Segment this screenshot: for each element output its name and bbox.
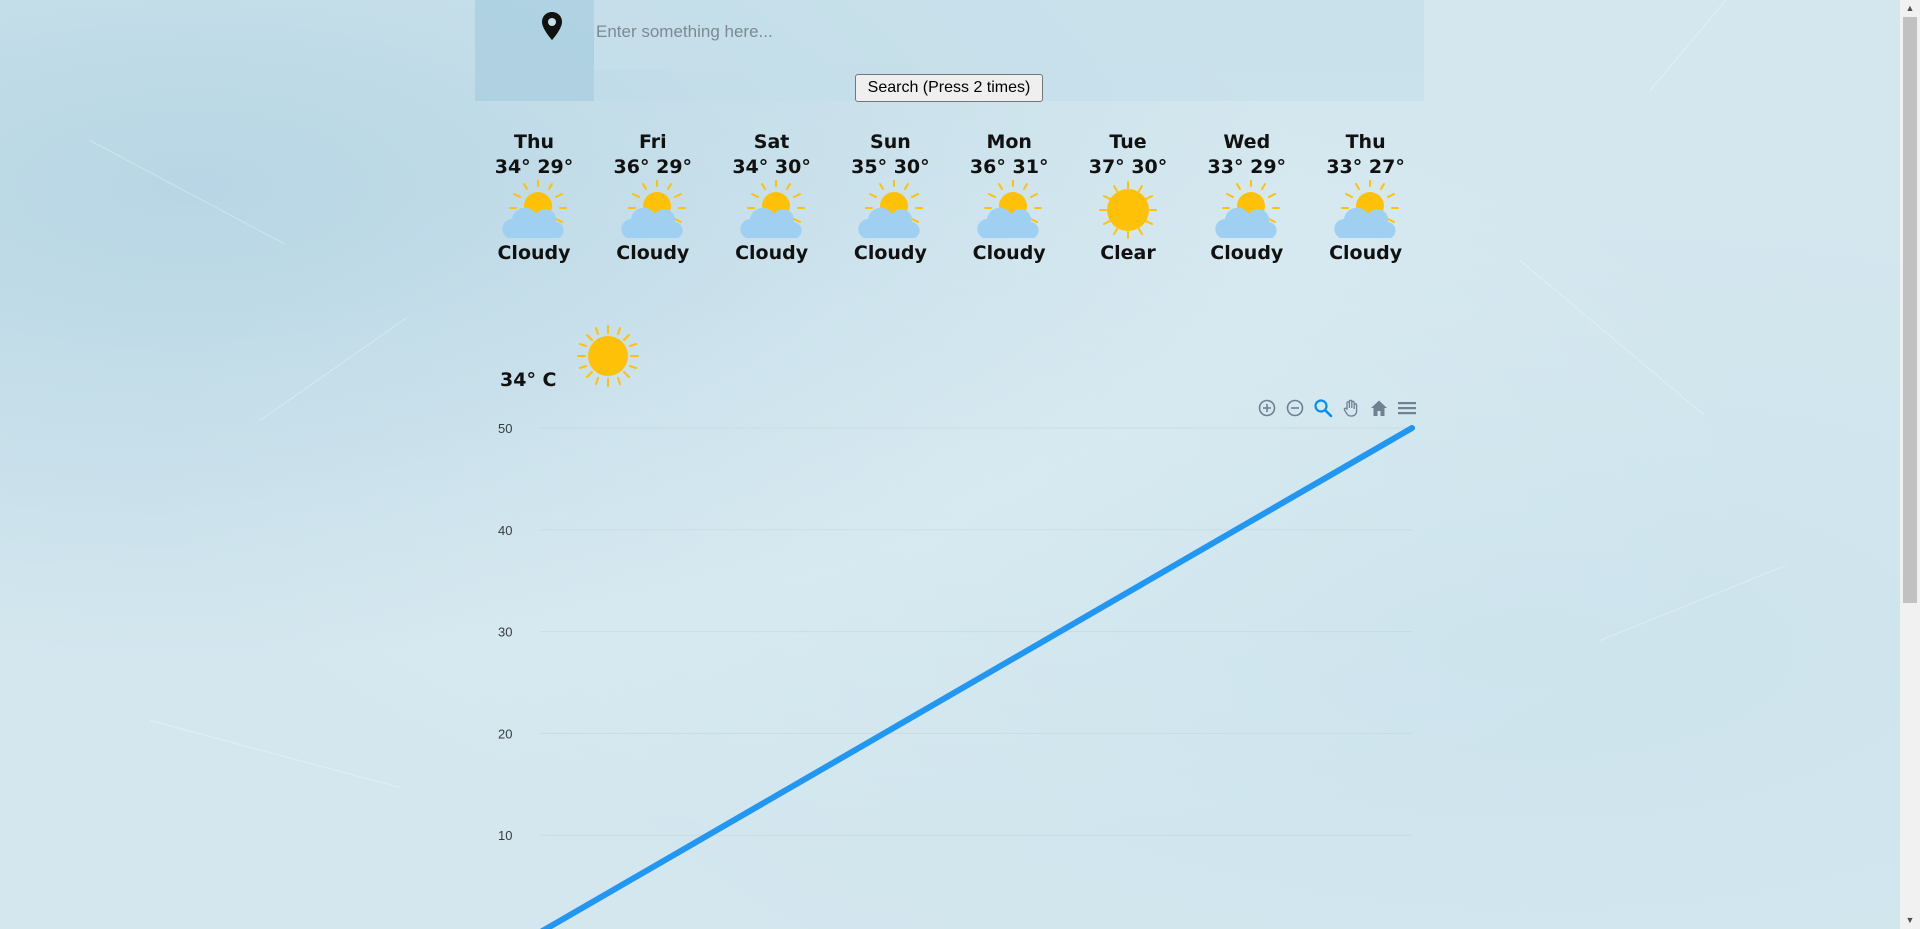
forecast-low: 29°	[1250, 156, 1287, 178]
forecast-temps: 36° 29°	[598, 155, 708, 179]
forecast-day-name: Tue	[1109, 131, 1147, 153]
forecast-day-name: Wed	[1223, 131, 1271, 153]
partly-cloudy-icon	[739, 180, 805, 238]
sun-icon	[1099, 181, 1157, 239]
partly-cloudy-icon	[1333, 180, 1399, 238]
forecast-day: Wed 33° 29° Cloudy	[1192, 128, 1302, 266]
scroll-down-arrow-icon[interactable]: ▼	[1900, 912, 1920, 929]
forecast-high: 35°	[851, 156, 888, 178]
y-tick-label: 50	[498, 421, 512, 436]
partly-cloudy-icon	[621, 180, 686, 238]
forecast-temps: 34° 29°	[479, 155, 589, 179]
forecast-temps: 33° 29°	[1192, 155, 1302, 179]
forecast-day: Fri 36° 29° Cloudy	[598, 128, 708, 266]
forecast-day: Sat 34° 30° Cloudy	[717, 128, 827, 266]
forecast-temps: 33° 27°	[1311, 155, 1421, 179]
scrollbar-thumb[interactable]	[1903, 17, 1917, 603]
forecast-day: Tue 37° 30° Clear	[1073, 128, 1183, 266]
forecast-temps: 35° 30°	[835, 155, 945, 179]
forecast-day: Thu 34° 29° Cloudy	[479, 128, 589, 266]
forecast-day-name: Sun	[870, 131, 911, 153]
forecast-low: 30°	[774, 156, 811, 178]
forecast-low: 29°	[656, 156, 693, 178]
forecast-condition: Cloudy	[497, 242, 571, 264]
forecast-high: 34°	[732, 156, 769, 178]
search-button[interactable]: Search (Press 2 times)	[855, 74, 1043, 102]
forecast-low: 29°	[537, 156, 574, 178]
forecast-temps: 36° 31°	[954, 155, 1064, 179]
forecast-high: 36°	[969, 156, 1006, 178]
forecast-day-name: Thu	[1345, 131, 1386, 153]
forecast-high: 34°	[494, 156, 531, 178]
forecast-high: 37°	[1088, 156, 1125, 178]
forecast-condition: Cloudy	[1329, 242, 1403, 264]
y-tick-label: 10	[498, 828, 512, 843]
current-temperature: 34° C	[500, 369, 557, 391]
forecast-day: Mon 36° 31° Cloudy	[954, 128, 1064, 266]
scrollbar[interactable]: ▲ ▼	[1900, 0, 1920, 929]
forecast-day-name: Sat	[753, 131, 790, 153]
partly-cloudy-icon	[502, 180, 567, 238]
forecast-low: 30°	[893, 156, 930, 178]
forecast-day: Thu 33° 27° Cloudy	[1311, 128, 1421, 266]
forecast-high: 33°	[1326, 156, 1363, 178]
location-pin-icon	[542, 12, 562, 40]
forecast-temps: 37° 30°	[1073, 155, 1183, 179]
forecast-low: 31°	[1012, 156, 1049, 178]
forecast-condition: Cloudy	[1210, 242, 1284, 264]
y-tick-label: 30	[498, 625, 512, 640]
forecast-day-name: Thu	[513, 131, 554, 153]
forecast-condition: Clear	[1100, 242, 1156, 264]
temperature-chart: 50 40 30 20 10	[498, 421, 1415, 929]
forecast-condition: Cloudy	[853, 242, 927, 264]
forecast-condition: Cloudy	[972, 242, 1046, 264]
forecast-high: 33°	[1207, 156, 1244, 178]
scroll-up-arrow-icon[interactable]: ▲	[1900, 0, 1920, 17]
series-line	[539, 425, 1415, 929]
y-tick-label: 20	[498, 726, 512, 741]
partly-cloudy-icon	[858, 180, 924, 238]
search-input[interactable]	[594, 0, 1424, 70]
forecast-high: 36°	[613, 156, 650, 178]
partly-cloudy-icon	[1215, 180, 1280, 238]
forecast-low: 30°	[1131, 156, 1168, 178]
forecast-temps: 34° 30°	[717, 155, 827, 179]
forecast-day-name: Fri	[638, 131, 667, 153]
sun-icon	[577, 325, 639, 387]
forecast-condition: Cloudy	[735, 242, 809, 264]
forecast-day: Sun 35° 30° Cloudy	[835, 128, 945, 266]
location-box	[475, 0, 594, 101]
forecast-day-name: Mon	[986, 131, 1032, 153]
forecast-condition: Cloudy	[616, 242, 690, 264]
y-tick-label: 40	[498, 523, 512, 538]
partly-cloudy-icon	[977, 180, 1043, 238]
forecast-low: 27°	[1368, 156, 1405, 178]
